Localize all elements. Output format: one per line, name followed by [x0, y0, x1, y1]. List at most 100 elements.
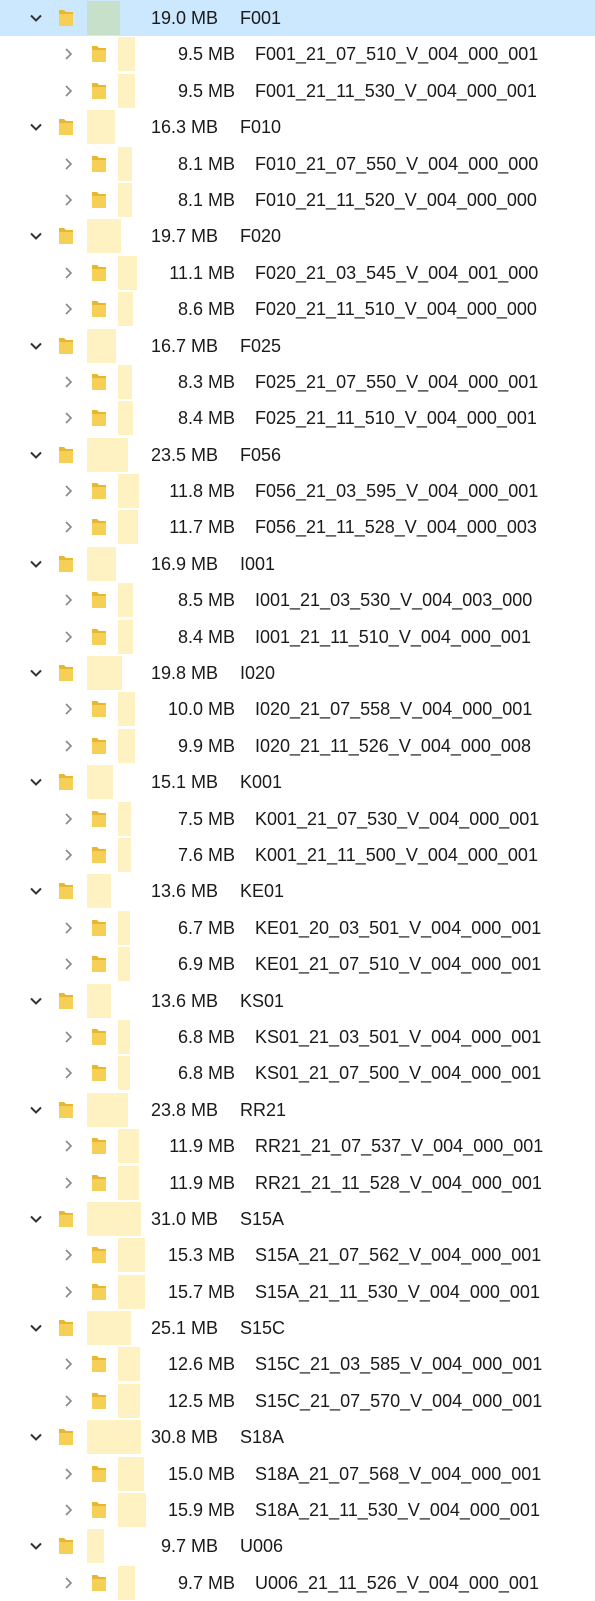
- folder-row[interactable]: 25.1 MB S15C: [0, 1310, 595, 1346]
- subfolder-row[interactable]: 9.5 MB F001_21_11_530_V_004_000_001: [0, 73, 595, 109]
- folder-icon: [90, 1063, 108, 1083]
- folder-row[interactable]: 31.0 MB S15A: [0, 1201, 595, 1237]
- chevron-down-icon[interactable]: [26, 546, 46, 582]
- folder-row[interactable]: 23.5 MB F056: [0, 437, 595, 473]
- subfolder-row[interactable]: 12.5 MB S15C_21_07_570_V_004_000_001: [0, 1383, 595, 1419]
- chevron-right-icon[interactable]: [58, 1128, 78, 1164]
- folder-name: F025_21_11_510_V_004_000_001: [255, 408, 537, 429]
- subfolder-row[interactable]: 11.7 MB F056_21_11_528_V_004_000_003: [0, 509, 595, 545]
- subfolder-row[interactable]: 11.9 MB RR21_21_11_528_V_004_000_001: [0, 1165, 595, 1201]
- subfolder-row[interactable]: 9.7 MB U006_21_11_526_V_004_000_001: [0, 1565, 595, 1601]
- chevron-right-icon[interactable]: [58, 801, 78, 837]
- chevron-right-icon[interactable]: [58, 364, 78, 400]
- folder-row[interactable]: 16.7 MB F025: [0, 328, 595, 364]
- subfolder-row[interactable]: 10.0 MB I020_21_07_558_V_004_000_001: [0, 691, 595, 727]
- subfolder-row[interactable]: 8.5 MB I001_21_03_530_V_004_003_000: [0, 582, 595, 618]
- chevron-right-icon[interactable]: [58, 910, 78, 946]
- subfolder-row[interactable]: 6.7 MB KE01_20_03_501_V_004_000_001: [0, 910, 595, 946]
- subfolder-row[interactable]: 11.8 MB F056_21_03_595_V_004_000_001: [0, 473, 595, 509]
- folder-name: F020: [240, 226, 282, 247]
- chevron-right-icon[interactable]: [58, 1456, 78, 1492]
- subfolder-row[interactable]: 8.1 MB F010_21_11_520_V_004_000_000: [0, 182, 595, 218]
- chevron-right-icon[interactable]: [58, 509, 78, 545]
- chevron-right-icon[interactable]: [58, 1055, 78, 1091]
- chevron-down-icon[interactable]: [26, 1419, 46, 1455]
- subfolder-row[interactable]: 7.5 MB K001_21_07_530_V_004_000_001: [0, 801, 595, 837]
- chevron-right-icon[interactable]: [58, 1019, 78, 1055]
- chevron-right-icon[interactable]: [58, 946, 78, 982]
- chevron-down-icon[interactable]: [26, 218, 46, 254]
- subfolder-row[interactable]: 7.6 MB K001_21_11_500_V_004_000_001: [0, 837, 595, 873]
- subfolder-row[interactable]: 6.9 MB KE01_21_07_510_V_004_000_001: [0, 946, 595, 982]
- chevron-down-icon[interactable]: [26, 0, 46, 36]
- chevron-right-icon[interactable]: [58, 1383, 78, 1419]
- chevron-right-icon[interactable]: [58, 36, 78, 72]
- folder-icon: [57, 445, 75, 465]
- chevron-right-icon[interactable]: [58, 1237, 78, 1273]
- size-label: 13.6 MB: [150, 990, 218, 1011]
- subfolder-row[interactable]: 6.8 MB KS01_21_07_500_V_004_000_001: [0, 1055, 595, 1091]
- chevron-down-icon[interactable]: [26, 983, 46, 1019]
- chevron-right-icon[interactable]: [58, 691, 78, 727]
- folder-name: KS01_21_03_501_V_004_000_001: [255, 1026, 542, 1047]
- chevron-right-icon[interactable]: [58, 73, 78, 109]
- chevron-right-icon[interactable]: [58, 1565, 78, 1601]
- folder-row[interactable]: 13.6 MB KE01: [0, 873, 595, 909]
- chevron-right-icon[interactable]: [58, 1346, 78, 1382]
- chevron-right-icon[interactable]: [58, 619, 78, 655]
- subfolder-row[interactable]: 8.6 MB F020_21_11_510_V_004_000_000: [0, 291, 595, 327]
- chevron-right-icon[interactable]: [58, 1274, 78, 1310]
- folder-row[interactable]: 16.3 MB F010: [0, 109, 595, 145]
- chevron-down-icon[interactable]: [26, 437, 46, 473]
- size-label: 15.0 MB: [167, 1463, 235, 1484]
- chevron-right-icon[interactable]: [58, 182, 78, 218]
- chevron-right-icon[interactable]: [58, 837, 78, 873]
- subfolder-row[interactable]: 11.9 MB RR21_21_07_537_V_004_000_001: [0, 1128, 595, 1164]
- chevron-down-icon[interactable]: [26, 328, 46, 364]
- folder-icon: [90, 845, 108, 865]
- subfolder-row[interactable]: 11.1 MB F020_21_03_545_V_004_001_000: [0, 255, 595, 291]
- chevron-down-icon[interactable]: [26, 1528, 46, 1564]
- subfolder-row[interactable]: 6.8 MB KS01_21_03_501_V_004_000_001: [0, 1019, 595, 1055]
- folder-row[interactable]: 19.0 MB F001: [0, 0, 595, 37]
- size-label: 7.5 MB: [177, 808, 235, 829]
- subfolder-row[interactable]: 15.7 MB S15A_21_11_530_V_004_000_001: [0, 1274, 595, 1310]
- folder-name: KS01_21_07_500_V_004_000_001: [255, 1063, 542, 1084]
- subfolder-row[interactable]: 15.0 MB S18A_21_07_568_V_004_000_001: [0, 1456, 595, 1492]
- chevron-down-icon[interactable]: [26, 1310, 46, 1346]
- folder-row[interactable]: 19.7 MB F020: [0, 218, 595, 254]
- subfolder-row[interactable]: 15.9 MB S18A_21_11_530_V_004_000_001: [0, 1492, 595, 1528]
- folder-row[interactable]: 16.9 MB I001: [0, 546, 595, 582]
- folder-name: U006_21_11_526_V_004_000_001: [255, 1572, 539, 1593]
- subfolder-row[interactable]: 8.4 MB I001_21_11_510_V_004_000_001: [0, 619, 595, 655]
- chevron-right-icon[interactable]: [58, 146, 78, 182]
- subfolder-row[interactable]: 9.9 MB I020_21_11_526_V_004_000_008: [0, 728, 595, 764]
- chevron-down-icon[interactable]: [26, 764, 46, 800]
- folder-row[interactable]: 30.8 MB S18A: [0, 1419, 595, 1455]
- folder-row[interactable]: 15.1 MB K001: [0, 764, 595, 800]
- chevron-right-icon[interactable]: [58, 1165, 78, 1201]
- folder-row[interactable]: 13.6 MB KS01: [0, 983, 595, 1019]
- chevron-down-icon[interactable]: [26, 873, 46, 909]
- chevron-down-icon[interactable]: [26, 1201, 46, 1237]
- subfolder-row[interactable]: 15.3 MB S15A_21_07_562_V_004_000_001: [0, 1237, 595, 1273]
- size-label: 11.9 MB: [169, 1172, 235, 1193]
- chevron-down-icon[interactable]: [26, 1092, 46, 1128]
- subfolder-row[interactable]: 9.5 MB F001_21_07_510_V_004_000_001: [0, 36, 595, 72]
- chevron-right-icon[interactable]: [58, 582, 78, 618]
- subfolder-row[interactable]: 8.3 MB F025_21_07_550_V_004_000_001: [0, 364, 595, 400]
- chevron-right-icon[interactable]: [58, 400, 78, 436]
- chevron-right-icon[interactable]: [58, 255, 78, 291]
- folder-row[interactable]: 9.7 MB U006: [0, 1528, 595, 1564]
- folder-row[interactable]: 23.8 MB RR21: [0, 1092, 595, 1128]
- chevron-right-icon[interactable]: [58, 291, 78, 327]
- folder-row[interactable]: 19.8 MB I020: [0, 655, 595, 691]
- chevron-down-icon[interactable]: [26, 109, 46, 145]
- subfolder-row[interactable]: 8.1 MB F010_21_07_550_V_004_000_000: [0, 146, 595, 182]
- chevron-right-icon[interactable]: [58, 728, 78, 764]
- subfolder-row[interactable]: 12.6 MB S15C_21_03_585_V_004_000_001: [0, 1346, 595, 1382]
- subfolder-row[interactable]: 8.4 MB F025_21_11_510_V_004_000_001: [0, 400, 595, 436]
- chevron-down-icon[interactable]: [26, 655, 46, 691]
- chevron-right-icon[interactable]: [58, 473, 78, 509]
- chevron-right-icon[interactable]: [58, 1492, 78, 1528]
